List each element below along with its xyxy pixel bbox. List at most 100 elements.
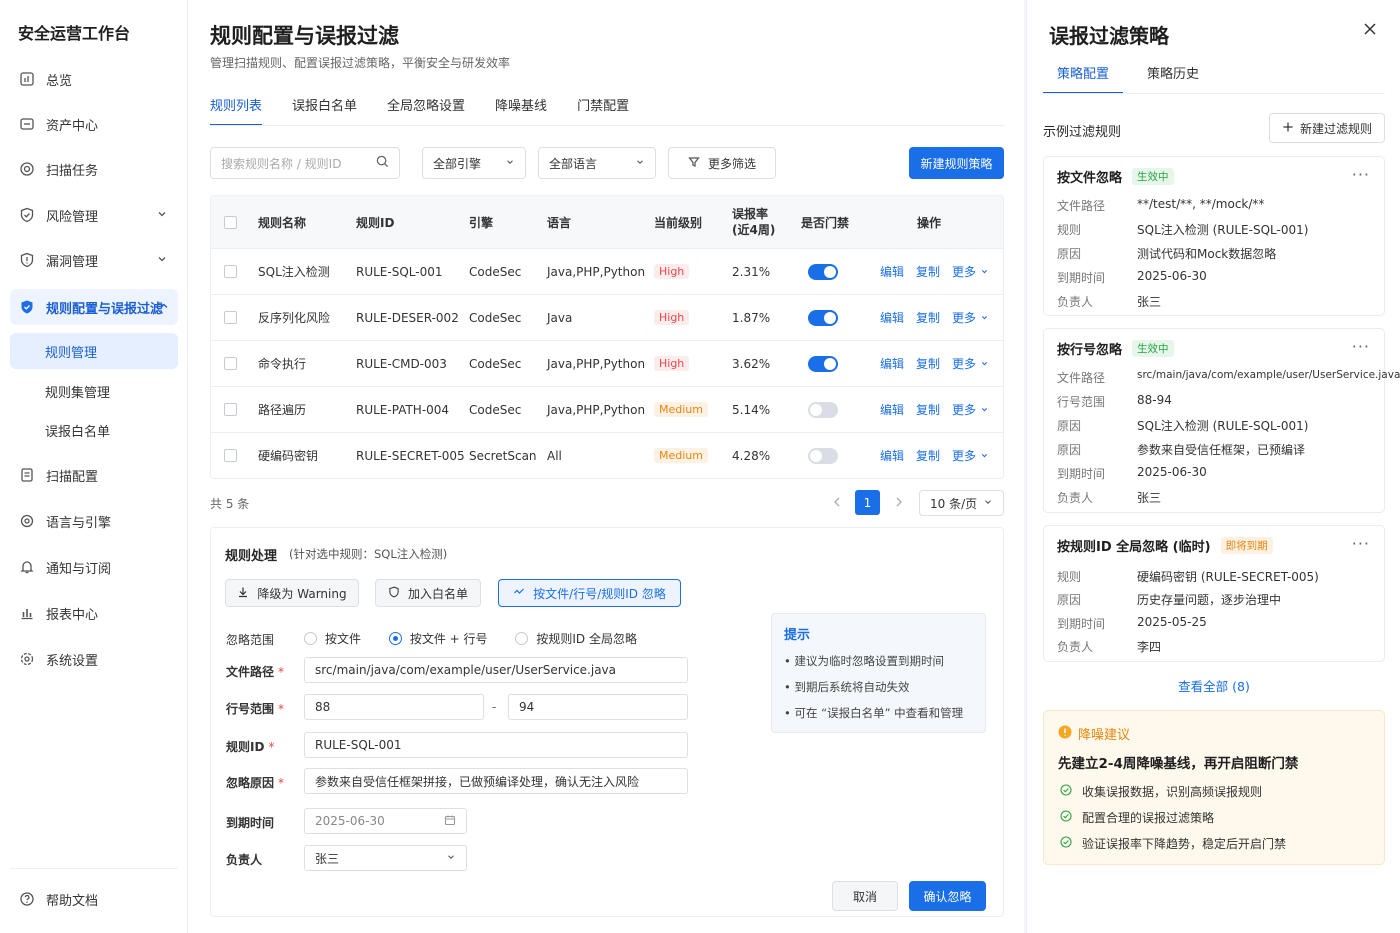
engine-select[interactable]: 全部引擎 [422,147,526,179]
tab-gate[interactable]: 门禁配置 [577,92,629,126]
next-page-icon[interactable] [893,494,905,513]
confirm-ignore-button[interactable]: 确认忽略 [909,881,986,911]
copy-link[interactable]: 复制 [916,447,940,464]
add-whitelist-button[interactable]: 加入白名单 [375,579,481,607]
gate-toggle[interactable] [808,447,838,464]
table-row[interactable]: 硬编码密钥 RULE-SECRET-005 SecretScan All Medium 4… [211,432,1003,478]
policy-card[interactable]: 按规则ID 全局忽略 (临时) 即将到期 ··· 规则 硬编码密钥 (RULE-SE… [1043,525,1385,662]
filter-policy-drawer: 误报过滤策略 策略配置 策略历史 示例过滤规则 新建过滤规则 按文件忽略 生效中 … [1026,0,1400,933]
more-dots-icon[interactable]: ··· [1352,534,1370,553]
nav-rules-filter[interactable]: 规则配置与误报过滤 [10,289,178,325]
more-link[interactable]: 更多 [952,355,976,372]
nav-vulns[interactable]: 漏洞管理 [10,242,178,278]
view-all-link[interactable]: 查看全部 (8) [1027,676,1400,695]
edit-link[interactable]: 编辑 [880,263,904,280]
more-filter-label: 更多筛选 [707,156,756,171]
cancel-button[interactable]: 取消 [832,881,898,911]
more-link[interactable]: 更多 [952,447,976,464]
new-filter-rule-button[interactable]: 新建过滤规则 [1269,113,1385,143]
row-checkbox[interactable] [224,403,237,416]
nav-scan-config[interactable]: 扫描配置 [10,457,178,493]
cell-lang: Java,PHP,Python [547,356,646,371]
copy-link[interactable]: 复制 [916,401,940,418]
nav-assets[interactable]: 资产中心 [10,106,178,142]
line-to-input[interactable]: 94 [508,694,688,720]
nav-help[interactable]: 帮助文档 [10,881,178,917]
nav-scan-tasks[interactable]: 扫描任务 [10,151,178,187]
row-checkbox[interactable] [224,449,237,462]
card-row: 原因 历史存量问题，逐步治理中 [1057,591,1281,608]
more-link[interactable]: 更多 [952,263,976,280]
edit-link[interactable]: 编辑 [880,401,904,418]
more-dots-icon[interactable]: ··· [1352,337,1370,356]
nav-sub-rule-manage[interactable]: 规则管理 [10,333,178,369]
nav-risk[interactable]: 风险管理 [10,197,178,233]
close-icon[interactable] [1363,22,1377,39]
ignore-by-location-button[interactable]: 按文件/行号/规则ID 忽略 [498,579,681,607]
more-dots-icon[interactable]: ··· [1352,165,1370,184]
downgrade-warning-button[interactable]: 降级为 Warning [225,579,359,607]
language-select[interactable]: 全部语言 [538,147,656,179]
card-key: 文件路径 [1057,199,1106,213]
tab-policy-config[interactable]: 策略配置 [1043,62,1124,94]
copy-link[interactable]: 复制 [916,263,940,280]
tab-rule-list[interactable]: 规则列表 [210,92,263,126]
rule-id-input[interactable]: RULE-SQL-001 [304,732,688,758]
scope-radio-rule-global[interactable]: 按规则ID 全局忽略 [515,630,637,647]
card-value: 张三 [1137,491,1162,505]
tab-policy-history[interactable]: 策略历史 [1133,62,1213,94]
row-checkbox[interactable] [224,311,237,324]
gate-toggle[interactable] [808,401,838,418]
nav-label: 规则配置与误报过滤 [46,301,164,317]
gate-toggle[interactable] [808,309,838,326]
page-1-button[interactable]: 1 [855,490,880,515]
table-row[interactable]: 命令执行 RULE-CMD-003 CodeSec Java,PHP,Python Hi… [211,340,1003,386]
main-tabs: 规则列表 误报白名单 全局忽略设置 降噪基线 门禁配置 [210,92,659,126]
nav-lang-engine[interactable]: 语言与引擎 [10,503,178,539]
toggle-knob [824,311,836,324]
gate-toggle[interactable] [808,263,838,280]
owner-select[interactable]: 张三 [304,845,467,871]
nav-reports[interactable]: 报表中心 [10,595,178,631]
nav-sub-whitelist[interactable]: 误报白名单 [10,412,178,448]
file-path-input[interactable]: src/main/java/com/example/user/UserServi… [304,657,688,683]
table-row[interactable]: 反序列化风险 RULE-DESER-002 CodeSec Java High 1.87%… [211,294,1003,340]
level-tag: Medium [654,448,708,463]
prev-page-icon[interactable] [831,494,843,513]
page-size-select[interactable]: 10 条/页 [919,490,1004,516]
table-row[interactable]: 路径遍历 RULE-PATH-004 CodeSec Java,PHP,Python M… [211,386,1003,432]
more-link[interactable]: 更多 [952,309,976,326]
select-all-checkbox[interactable] [224,215,237,229]
expire-date-input[interactable]: 2025-06-30 [304,808,467,834]
tab-baseline[interactable]: 降噪基线 [495,92,547,126]
copy-link[interactable]: 复制 [916,355,940,372]
more-link[interactable]: 更多 [952,401,976,418]
more-filter-button[interactable]: 更多筛选 [668,147,776,179]
edit-link[interactable]: 编辑 [880,355,904,372]
drawer-tabs-divider [1043,93,1385,94]
new-rule-policy-button[interactable]: 新建规则策略 [909,147,1004,179]
card-row: 到期时间 2025-06-30 [1057,465,1207,482]
nav-sub-ruleset-manage[interactable]: 规则集管理 [10,373,178,409]
tab-whitelist[interactable]: 误报白名单 [292,92,357,126]
edit-link[interactable]: 编辑 [880,447,904,464]
copy-link[interactable]: 复制 [916,309,940,326]
card-row: 原因 SQL注入检测 (RULE-SQL-001) [1057,417,1308,434]
search-input[interactable]: 搜索规则名称 / 规则ID [210,147,400,179]
nav-overview[interactable]: 总览 [10,61,178,97]
nav-notify[interactable]: 通知与订阅 [10,549,178,585]
cell-name: 反序列化风险 [258,311,331,325]
line-from-input[interactable]: 88 [304,694,484,720]
nav-settings[interactable]: 系统设置 [10,641,178,677]
policy-card[interactable]: 按文件忽略 生效中 ··· 文件路径 **/test/**, **/mock/** … [1043,156,1385,316]
row-checkbox[interactable] [224,265,237,278]
scope-radio-file[interactable]: 按文件 [304,630,361,647]
tab-global-ignore[interactable]: 全局忽略设置 [387,92,465,126]
edit-link[interactable]: 编辑 [880,309,904,326]
gate-toggle[interactable] [808,355,838,372]
reason-input[interactable]: 参数来自受信任框架拼接，已做预编译处理，确认无注入风险 [304,768,688,794]
row-checkbox[interactable] [224,357,237,370]
policy-card[interactable]: 按行号忽略 生效中 ··· 文件路径 src/main/java/com/examp… [1043,328,1400,513]
scope-radio-file-line[interactable]: 按文件 + 行号 [388,630,488,647]
table-row[interactable]: SQL注入检测 RULE-SQL-001 CodeSec Java,PHP,Pytho… [211,248,1003,294]
